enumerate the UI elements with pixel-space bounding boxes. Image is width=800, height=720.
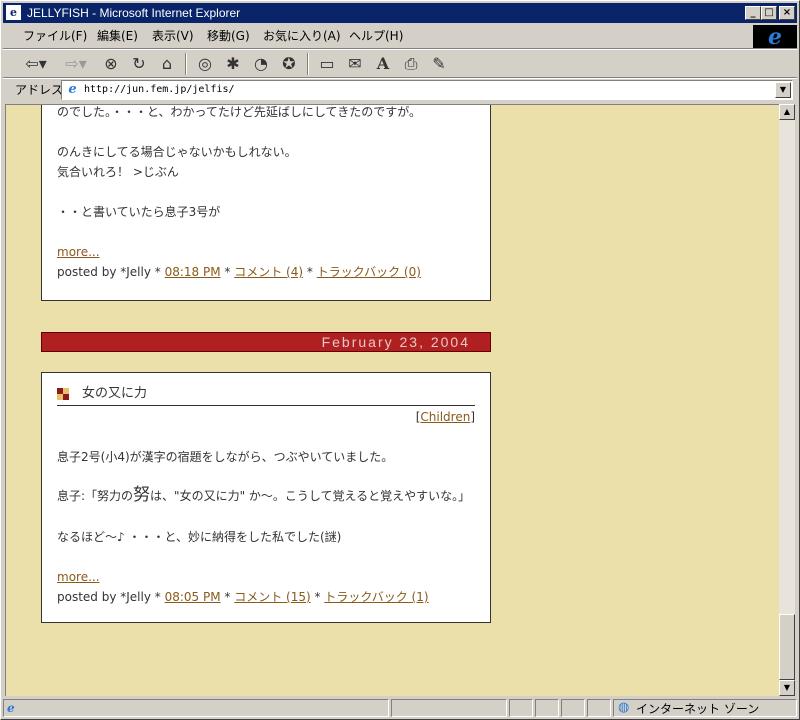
footer-separator: * xyxy=(303,265,317,279)
window-title: JELLYFISH - Microsoft Internet Explorer xyxy=(27,6,241,20)
post-text: のんきにしてる場合じゃないかもしれない。 xyxy=(57,145,297,159)
post-text: なるほど〜♪ ・・・と、妙に納得をした私でした(謎) xyxy=(57,530,342,544)
posted-by: posted by *Jelly * xyxy=(57,265,165,279)
status-panel xyxy=(535,699,559,717)
date-header: February 23, 2004 xyxy=(41,332,491,352)
ie-logo-icon: e xyxy=(768,24,782,50)
address-dropdown-button[interactable]: ▼ xyxy=(775,82,791,98)
status-zone-panel: ◍ インターネット ゾーン xyxy=(613,699,797,717)
status-progress-panel xyxy=(391,699,507,717)
scroll-up-button[interactable]: ▲ xyxy=(779,104,795,120)
menu-edit[interactable]: 編集(E) xyxy=(97,28,138,44)
globe-icon: ◍ xyxy=(618,700,630,715)
toolbar-divider xyxy=(307,53,309,75)
date-header-text: February 23, 2004 xyxy=(321,334,470,350)
more-link[interactable]: more... xyxy=(57,244,100,260)
trackback-link[interactable]: トラックバック (0) xyxy=(317,265,421,279)
post-title: 女の又に力 xyxy=(82,386,148,401)
page-status-icon: e xyxy=(7,701,15,715)
home-icon[interactable]: ⌂ xyxy=(155,52,179,76)
permalink-time[interactable]: 08:18 PM xyxy=(165,265,221,279)
edit-icon[interactable]: ✎ xyxy=(427,52,451,76)
back-icon[interactable]: ⇦▾ xyxy=(21,52,51,76)
menu-help[interactable]: ヘルプ(H) xyxy=(349,28,403,44)
menu-bar: ファイル(F) 編集(E) 表示(V) 移動(G) お気に入り(A) ヘルプ(H… xyxy=(3,25,751,47)
address-url[interactable]: http://jun.fem.jp/jelfis/ xyxy=(84,83,235,97)
page-viewport: のでした。・・・と、わかってたけど先延ばしにしてきたのですが。 のんきにしてる場… xyxy=(5,104,779,696)
post-footer: posted by *Jelly * 08:05 PM * コメント (15) … xyxy=(57,589,429,605)
footer-separator: * xyxy=(310,590,325,604)
post-bullet-icon xyxy=(57,388,69,400)
refresh-icon[interactable]: ↻ xyxy=(127,52,151,76)
emphasized-kanji: 努 xyxy=(133,485,151,505)
post-footer: posted by *Jelly * 08:18 PM * コメント (4) *… xyxy=(57,264,421,280)
footer-separator: * xyxy=(220,265,235,279)
scroll-thumb[interactable] xyxy=(779,614,795,680)
comments-link[interactable]: コメント (4) xyxy=(234,265,303,279)
mail-icon[interactable]: ✉ xyxy=(343,52,367,76)
search-icon[interactable]: ◎ xyxy=(193,52,217,76)
post-text-part: は、"女の又に力" か〜。こうして覚えると覚えやすいな。」 xyxy=(150,489,471,503)
title-underline xyxy=(57,405,475,406)
post-text: 息子2号(小4)が漢字の宿題をしながら、つぶやいていました。 xyxy=(57,450,394,464)
address-input[interactable]: e http://jun.fem.jp/jelfis/ ▼ xyxy=(61,80,793,100)
footer-separator: * xyxy=(220,590,235,604)
category-link[interactable]: Children xyxy=(420,410,470,424)
post-category: [Children] xyxy=(416,409,475,425)
post-text: 息子:「努力の努は、"女の又に力" か〜。こうして覚えると覚えやすいな。」 xyxy=(57,487,470,504)
stop-icon[interactable]: ⊗ xyxy=(99,52,123,76)
category-bracket: ] xyxy=(470,410,475,424)
close-button[interactable]: × xyxy=(779,6,795,20)
permalink-time[interactable]: 08:05 PM xyxy=(165,590,221,604)
maximize-button[interactable]: □ xyxy=(761,6,777,20)
title-bar: e JELLYFISH - Microsoft Internet Explore… xyxy=(3,3,797,23)
post-text: ・・と書いていたら息子3号が xyxy=(57,205,221,219)
address-label: アドレス xyxy=(15,83,64,97)
forward-icon[interactable]: ⇨▾ xyxy=(61,52,91,76)
channels-icon[interactable]: ✪ xyxy=(277,52,301,76)
menu-view[interactable]: 表示(V) xyxy=(152,28,194,44)
status-bar: e ◍ インターネット ゾーン xyxy=(3,698,797,718)
history-icon[interactable]: ◔ xyxy=(249,52,273,76)
blog-post: のでした。・・・と、わかってたけど先延ばしにしてきたのですが。 のんきにしてる場… xyxy=(41,105,491,301)
trackback-link[interactable]: トラックバック (1) xyxy=(324,590,428,604)
page-icon: e xyxy=(68,82,77,97)
menu-go[interactable]: 移動(G) xyxy=(207,28,250,44)
blog-post: 女の又に力 [Children] 息子2号(小4)が漢字の宿題をしながら、つぶや… xyxy=(41,372,491,623)
scroll-down-button[interactable]: ▼ xyxy=(779,680,795,696)
font-icon[interactable]: A xyxy=(371,52,395,76)
post-text: のでした。・・・と、わかってたけど先延ばしにしてきたのですが。 xyxy=(57,105,421,119)
address-bar: アドレス e http://jun.fem.jp/jelfis/ ▼ xyxy=(3,79,797,101)
status-panel xyxy=(509,699,533,717)
favorites-icon[interactable]: ✱ xyxy=(221,52,245,76)
standard-toolbar: ⇦▾ ⇨▾ ⊗ ↻ ⌂ ◎ ✱ ◔ ✪ ▭ ✉ A ⎙ ✎ xyxy=(3,50,797,78)
ie-app-icon[interactable]: e xyxy=(6,5,21,20)
vertical-scrollbar[interactable]: ▲ ▼ xyxy=(779,104,795,696)
toolbar-divider xyxy=(185,53,187,75)
print-icon[interactable]: ⎙ xyxy=(399,52,423,76)
menu-favorites[interactable]: お気に入り(A) xyxy=(263,28,341,44)
post-text: 気合いれろ！ >じぶん xyxy=(57,165,179,179)
menu-file[interactable]: ファイル(F) xyxy=(23,28,87,44)
status-main-panel: e xyxy=(3,699,389,717)
browser-window: e JELLYFISH - Microsoft Internet Explore… xyxy=(0,0,800,720)
comments-link[interactable]: コメント (15) xyxy=(234,590,310,604)
posted-by: posted by *Jelly * xyxy=(57,590,165,604)
minimize-button[interactable]: _ xyxy=(745,6,761,20)
post-text-part: 息子:「努力の xyxy=(57,489,134,503)
fullscreen-icon[interactable]: ▭ xyxy=(315,52,339,76)
ie-throbber: e xyxy=(753,25,797,49)
status-panel xyxy=(561,699,585,717)
zone-text: インターネット ゾーン xyxy=(636,702,760,716)
status-panel xyxy=(587,699,611,717)
more-link[interactable]: more... xyxy=(57,569,100,585)
